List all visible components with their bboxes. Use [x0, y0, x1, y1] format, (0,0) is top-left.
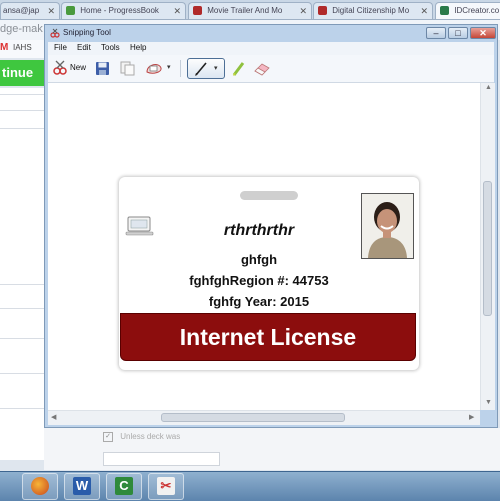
- menu-edit[interactable]: Edit: [77, 43, 91, 52]
- card-line-year: fghfg Year: 2015: [208, 294, 310, 309]
- id-card: rthrthrthr ghfgh fghfghRegion #: 44753 f…: [119, 177, 419, 370]
- scroll-down-arrow-icon[interactable]: ▼: [485, 399, 492, 406]
- eraser-icon: [254, 63, 270, 76]
- copy-button[interactable]: [120, 61, 135, 76]
- citizenship-favicon-icon: [318, 6, 327, 16]
- divider: [0, 94, 44, 95]
- tab-label: Digital Citizenship Mo: [332, 6, 410, 15]
- toolbar-separator: [180, 60, 181, 77]
- eraser-button[interactable]: [253, 61, 271, 76]
- scroll-right-arrow-icon[interactable]: ▶: [469, 413, 474, 421]
- send-snip-icon: [146, 64, 162, 74]
- chevron-down-icon[interactable]: ▾: [214, 64, 218, 72]
- browser-tab-email[interactable]: ansa@jap ✕: [0, 2, 60, 19]
- horizontal-scroll-thumb[interactable]: [161, 413, 345, 422]
- checkbox-label: Unless deck was: [120, 432, 181, 442]
- close-icon[interactable]: ✕: [420, 3, 428, 19]
- snipping-tool-icon: ✂: [157, 477, 175, 495]
- close-icon[interactable]: ✕: [299, 3, 307, 19]
- divider: [0, 373, 44, 374]
- firefox-icon: [31, 477, 49, 495]
- divider: [0, 338, 44, 339]
- snipping-tool-icon: [50, 28, 60, 38]
- card-line-1: ghfgh: [240, 252, 278, 267]
- window-title: Snipping Tool: [63, 28, 111, 37]
- close-icon[interactable]: ✕: [47, 3, 55, 19]
- vertical-scroll-thumb[interactable]: [483, 181, 492, 316]
- movie-favicon-icon: [193, 6, 202, 16]
- divider: [0, 128, 44, 129]
- browser-tab-movie-trailer[interactable]: Movie Trailer And Mo ✕: [188, 2, 312, 19]
- card-punch-slot: [240, 191, 298, 200]
- id-photo: [361, 193, 414, 259]
- idcreator-favicon-icon: [440, 6, 449, 16]
- progressbook-favicon-icon: [66, 6, 75, 16]
- menu-help[interactable]: Help: [130, 43, 146, 52]
- highlighter-icon: [232, 62, 245, 76]
- camtasia-icon: C: [115, 477, 133, 495]
- divider: [0, 284, 44, 285]
- scroll-up-arrow-icon[interactable]: ▲: [485, 84, 492, 91]
- save-icon: [96, 62, 109, 75]
- chevron-down-icon[interactable]: ▾: [167, 63, 171, 71]
- close-button[interactable]: ✕: [470, 27, 496, 39]
- gmail-icon[interactable]: M: [0, 42, 8, 53]
- divider: [0, 110, 44, 111]
- browser-tab-progressbook[interactable]: Home - ProgressBook ✕: [61, 2, 186, 19]
- card-line-region: fghfghRegion #: 44753: [189, 273, 329, 288]
- bookmark-iahs[interactable]: IAHS: [13, 43, 32, 52]
- pen-icon: [195, 62, 207, 76]
- snip-canvas: rthrthrthr ghfgh fghfghRegion #: 44753 f…: [48, 83, 480, 410]
- computer-icon: [125, 216, 154, 236]
- new-snip-button[interactable]: New: [52, 59, 94, 77]
- tab-label: ansa@jap: [3, 6, 40, 15]
- person-photo-icon: [362, 194, 413, 258]
- divider: [0, 408, 44, 409]
- pen-button[interactable]: ▾: [187, 58, 225, 79]
- vertical-scrollbar[interactable]: ▲ ▼: [480, 83, 495, 410]
- snipping-tool-window: Snipping Tool – □ ✕ File Edit Tools Help…: [44, 24, 498, 428]
- word-icon: W: [73, 477, 91, 495]
- menu-file[interactable]: File: [54, 43, 67, 52]
- highlighter-button[interactable]: [231, 60, 247, 77]
- taskbar-firefox[interactable]: [22, 473, 58, 500]
- taskbar-snipping-tool[interactable]: ✂: [148, 473, 184, 500]
- page-checkbox-row[interactable]: ✓ Unless deck was: [103, 432, 180, 442]
- new-label: New: [70, 63, 87, 72]
- new-snip-icon: [53, 60, 67, 75]
- card-banner: Internet License: [120, 313, 416, 361]
- menu-bar: File Edit Tools Help: [48, 42, 494, 55]
- copy-icon: [120, 61, 135, 76]
- address-text: dge-mak: [0, 23, 43, 35]
- divider: [0, 308, 44, 309]
- page-input-field[interactable]: [103, 452, 220, 466]
- taskbar-camtasia[interactable]: C: [106, 473, 142, 500]
- window-titlebar[interactable]: Snipping Tool – □ ✕: [45, 25, 497, 42]
- maximize-button[interactable]: □: [448, 27, 468, 39]
- close-icon[interactable]: ✕: [173, 3, 181, 19]
- continue-button[interactable]: tinue: [0, 60, 44, 86]
- tab-label: Home - ProgressBook: [80, 6, 159, 15]
- scroll-left-arrow-icon[interactable]: ◀: [51, 413, 56, 421]
- tab-label: IDCreator.co: [454, 6, 500, 15]
- checkbox[interactable]: ✓: [103, 432, 113, 442]
- browser-tab-digital-citizenship[interactable]: Digital Citizenship Mo ✕: [313, 2, 433, 19]
- send-snip-button[interactable]: ▾: [145, 60, 173, 77]
- toolbar: New ▾ ▾: [48, 55, 494, 83]
- browser-tab-strip: ansa@jap ✕ Home - ProgressBook ✕ Movie T…: [0, 0, 500, 20]
- page-left-panel: [0, 88, 45, 460]
- minimize-button[interactable]: –: [426, 27, 446, 39]
- save-button[interactable]: [95, 61, 110, 76]
- taskbar-word[interactable]: W: [64, 473, 100, 500]
- tab-label: Movie Trailer And Mo: [207, 6, 283, 15]
- browser-tab-idcreator[interactable]: IDCreator.co: [435, 2, 500, 19]
- card-name: rthrthrthr: [223, 222, 295, 239]
- horizontal-scrollbar[interactable]: ◀ ▶: [48, 410, 480, 425]
- menu-tools[interactable]: Tools: [101, 43, 120, 52]
